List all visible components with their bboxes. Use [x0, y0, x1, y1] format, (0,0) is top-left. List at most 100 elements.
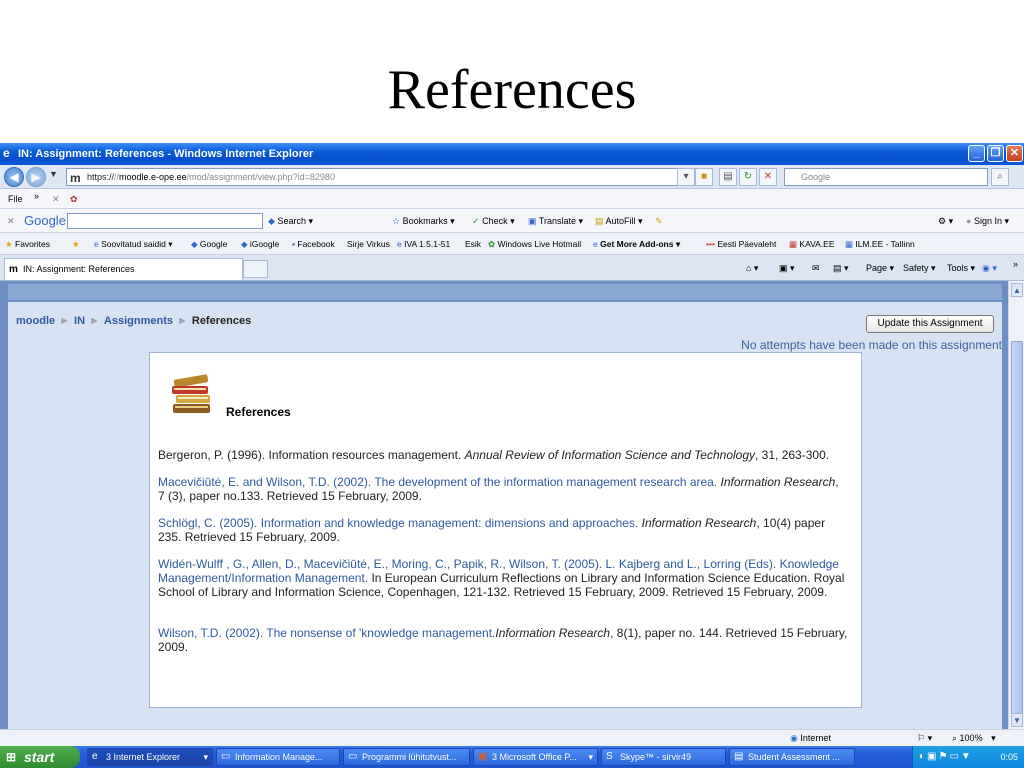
menu-overflow-icon[interactable]: » — [34, 186, 39, 206]
mail-icon[interactable]: ✉ — [812, 255, 820, 281]
start-button[interactable]: ⊞ start — [0, 746, 80, 768]
google-search-input[interactable] — [67, 213, 263, 229]
breadcrumb-course[interactable]: IN — [74, 315, 85, 327]
sign-in-button[interactable]: ● Sign In ▾ — [966, 209, 1009, 233]
favorite-link[interactable]: e IVA 1.5.1-51 — [397, 233, 450, 255]
print-icon[interactable]: ▤ ▾ — [833, 255, 849, 281]
site-favicon-icon: m — [70, 171, 81, 185]
tray-icons[interactable]: ◐▣⚑▭▼ — [919, 746, 973, 768]
breadcrumb-home[interactable]: moodle — [16, 315, 55, 327]
reference-item[interactable]: Widén-Wulff , G., Allen, D., Macevičiūtė… — [158, 557, 848, 599]
window-title: IN: Assignment: References - Windows Int… — [18, 148, 314, 160]
scroll-thumb[interactable] — [1011, 341, 1023, 715]
file-menu[interactable]: File — [8, 189, 23, 209]
lock-icon[interactable]: ■ — [695, 168, 713, 186]
wrench-icon[interactable]: ⚙ ▾ — [938, 209, 953, 233]
taskbar-item[interactable]: ▭ Programmi lühitutvust... — [343, 748, 470, 766]
help-icon[interactable]: ◉ ▾ — [982, 255, 997, 281]
ie-icon: e — [92, 751, 98, 762]
favorite-link[interactable]: ▦ ILM.EE - Tallinn — [845, 233, 915, 255]
favorite-link[interactable]: ▦ KAVA.EE — [789, 233, 835, 255]
breadcrumb-section[interactable]: Assignments — [104, 315, 173, 327]
app-icon: ▤ — [734, 751, 744, 762]
stop-icon[interactable]: ✕ — [759, 168, 777, 186]
taskbar-item[interactable]: ▤ Student Assessment ... — [729, 748, 855, 766]
favorite-link[interactable]: ✿ Windows Live Hotmail — [488, 233, 581, 255]
breadcrumb-current: References — [191, 315, 252, 327]
taskbar-item[interactable]: ▣ 3 Microsoft Office P... ▾ — [473, 748, 598, 766]
history-dropdown-icon[interactable]: ▼ — [49, 169, 58, 179]
security-zone[interactable]: ◉ Internet — [790, 730, 831, 746]
favorite-link[interactable]: ▪ Facebook — [292, 233, 335, 255]
page-header-strip — [8, 284, 1002, 300]
spellcheck-button[interactable]: ✓ Check ▾ — [472, 209, 515, 233]
taskbar-item[interactable]: S Skype™ - sirvir49 — [601, 748, 726, 766]
powerpoint-icon: ▣ — [478, 751, 488, 762]
menu-bar: File » ✕ ✿ — [0, 189, 1024, 209]
menu-close-icon[interactable]: ✕ — [52, 189, 60, 209]
update-assignment-button[interactable]: Update this Assignment — [866, 315, 994, 333]
refresh-icon[interactable]: ↻ — [739, 168, 757, 186]
slide-title: References — [387, 59, 637, 121]
search-icon[interactable]: ⌕ — [991, 168, 1009, 186]
search-input[interactable]: Google — [784, 168, 988, 186]
favorites-button[interactable]: ★ Favorites — [5, 233, 50, 255]
page-menu[interactable]: Page ▾ — [866, 255, 894, 281]
windows-taskbar: ⊞ start e3 Internet Explorer ▾ ▭ Informat… — [0, 746, 1024, 768]
toolbar-close-icon[interactable]: ✕ — [7, 209, 15, 233]
google-search-button[interactable]: ◆ Search ▾ — [268, 209, 313, 233]
taskbar-item[interactable]: ▭ Information Manage... — [216, 748, 340, 766]
books-icon — [172, 374, 210, 413]
new-tab-button[interactable] — [243, 260, 268, 278]
favorite-link[interactable]: e Get More Add-ons ▾ — [593, 233, 680, 255]
favorite-link[interactable]: ◆ iGoogle — [241, 233, 279, 255]
favorite-link[interactable]: Esik — [465, 233, 481, 255]
bookmarks-button[interactable]: ☆ Bookmarks ▾ — [392, 209, 455, 233]
addon-icon[interactable]: ✿ — [70, 189, 78, 209]
address-dropdown-icon[interactable]: ▾ — [677, 168, 695, 186]
favorite-link[interactable]: Sirje Virkus — [347, 233, 390, 255]
translate-button[interactable]: ▣ Translate ▾ — [528, 209, 583, 233]
compat-view-icon[interactable]: ▤ — [719, 168, 737, 186]
system-tray: ◐▣⚑▭▼ 0:05 — [912, 746, 1024, 768]
address-field[interactable]: m https:////moodle.e-ope.ee/mod/assignme… — [66, 168, 691, 186]
add-favorite-icon[interactable]: ★ — [72, 233, 80, 255]
skype-icon: S — [606, 751, 613, 762]
safety-menu[interactable]: Safety ▾ — [903, 255, 936, 281]
reference-item: Bergeron, P. (1996). Information resourc… — [158, 448, 830, 462]
windows-flag-icon: ⊞ — [6, 750, 17, 764]
taskbar-item[interactable]: e3 Internet Explorer ▾ — [87, 748, 213, 766]
protected-mode-icon[interactable]: ⚐ ▾ — [917, 730, 932, 746]
status-bar: ◉ Internet ⚐ ▾ ⌕ 100% ▾ — [0, 729, 1024, 746]
scroll-up-icon[interactable]: ▲ — [1011, 283, 1023, 297]
minimize-button[interactable]: _ — [968, 145, 985, 162]
zoom-control[interactable]: ⌕ 100% ▾ — [952, 730, 996, 746]
window-titlebar[interactable]: e IN: Assignment: References - Windows I… — [0, 143, 1024, 165]
highlight-icon[interactable]: ✎ — [655, 209, 663, 233]
close-button[interactable]: ✕ — [1006, 145, 1023, 162]
favorite-link[interactable]: e Soovitatud saidid ▾ — [94, 233, 173, 255]
tab-active[interactable]: m IN: Assignment: References — [4, 258, 243, 280]
breadcrumb: moodle ► IN ► Assignments ► References — [16, 315, 252, 327]
home-icon[interactable]: ⌂ ▾ — [746, 255, 758, 281]
toolbar-overflow-icon[interactable]: » — [1013, 251, 1018, 277]
scroll-down-icon[interactable]: ▼ — [1011, 713, 1023, 727]
reference-item[interactable]: Schlögl, C. (2005). Information and know… — [158, 516, 848, 544]
restore-button[interactable]: ❐ — [987, 145, 1004, 162]
clock[interactable]: 0:05 — [1000, 746, 1018, 768]
autofill-button[interactable]: ▤ AutoFill ▾ — [595, 209, 643, 233]
feeds-icon[interactable]: ▣ ▾ — [779, 255, 795, 281]
attempts-note[interactable]: No attempts have been made on this assig… — [741, 338, 1002, 352]
favorite-link[interactable]: ◆ Google — [191, 233, 227, 255]
browser-window: e IN: Assignment: References - Windows I… — [0, 143, 1024, 768]
tools-menu[interactable]: Tools ▾ — [947, 255, 975, 281]
url-path: /mod/assignment/view.php?id=82980 — [186, 172, 335, 182]
forward-button[interactable]: ▶ — [26, 167, 46, 187]
reference-item[interactable]: Macevičiūtė, E. and Wilson, T.D. (2002).… — [158, 475, 848, 503]
vertical-scrollbar[interactable]: ▲ ▼ — [1008, 281, 1024, 729]
reference-item[interactable]: Wilson, T.D. (2002). The nonsense of 'kn… — [158, 626, 848, 654]
favorite-link[interactable]: ••• Eesti Päevaleht — [706, 233, 776, 255]
back-button[interactable]: ◀ — [4, 167, 24, 187]
description-heading: References — [226, 405, 291, 419]
ie-logo-icon: e — [3, 146, 10, 160]
